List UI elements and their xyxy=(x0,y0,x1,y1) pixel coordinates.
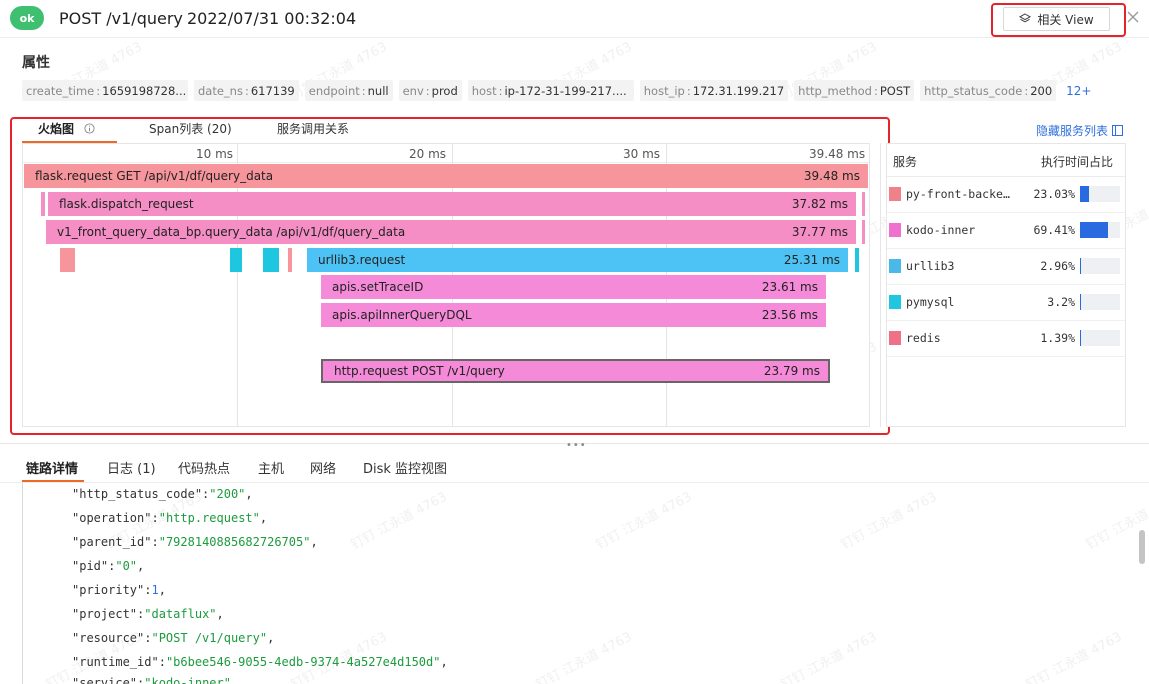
detail-scrollbar-thumb[interactable] xyxy=(1139,530,1145,564)
json-line: "service":"kodo-inner", xyxy=(72,676,239,684)
service-ratio-bar xyxy=(1080,258,1120,274)
tab-network[interactable]: 网络 xyxy=(310,458,336,477)
tag-create-time[interactable]: create_time:1659198728... xyxy=(22,80,188,101)
span-bar[interactable]: apis.setTraceID 23.61 ms xyxy=(321,275,826,299)
tab-service-map[interactable]: 服务调用关系 xyxy=(277,120,349,137)
span-sliver[interactable] xyxy=(862,220,865,244)
service-name: py-front-backend xyxy=(906,187,1012,201)
tab-host[interactable]: 主机 xyxy=(258,458,284,477)
service-color-swatch xyxy=(889,187,901,201)
tag-http-method[interactable]: http_method: POST xyxy=(794,80,915,101)
service-row[interactable]: urllib3 2.96% xyxy=(887,249,1125,285)
layers-icon xyxy=(1019,13,1032,23)
tab-span-list[interactable]: Span列表 (20) xyxy=(149,120,232,137)
tick-label: 20 ms xyxy=(409,147,447,161)
service-row[interactable]: py-front-backend 23.03% xyxy=(887,177,1125,213)
tab-code-hotspot[interactable]: 代码热点 xyxy=(178,458,230,477)
service-ratio-fill xyxy=(1080,330,1081,346)
span-bar[interactable]: flask.dispatch_request 37.82 ms xyxy=(48,192,856,216)
json-line: "priority":1, xyxy=(72,583,166,597)
span-sliver[interactable] xyxy=(855,248,859,272)
service-color-swatch xyxy=(889,295,901,309)
tag-http-status-code[interactable]: http_status_code:200 xyxy=(920,80,1057,101)
service-ratio-fill xyxy=(1080,258,1082,274)
service-percent: 69.41% xyxy=(1033,223,1075,237)
service-name: pymysql xyxy=(906,295,955,309)
flame-graph[interactable]: 10 ms 20 ms 30 ms 39.48 ms flask.request… xyxy=(22,143,870,427)
tag-endpoint[interactable]: endpoint: null xyxy=(304,80,393,101)
tick-label: 39.48 ms xyxy=(809,147,866,161)
drag-handle-icon[interactable]: ••• xyxy=(566,440,587,451)
info-icon xyxy=(84,123,95,134)
service-percent: 3.2% xyxy=(1047,295,1075,309)
service-ratio-fill xyxy=(1080,222,1108,238)
service-ratio-bar xyxy=(1080,294,1120,310)
service-ratio-bar xyxy=(1080,222,1120,238)
service-ratio-bar xyxy=(1080,330,1120,346)
service-name: urllib3 xyxy=(906,259,955,273)
attributes-title: 属性 xyxy=(22,55,50,71)
span-bar[interactable]: urllib3.request 25.31 ms xyxy=(307,248,848,272)
json-line: "resource":"POST /v1/query", xyxy=(72,631,275,645)
span-bar[interactable]: apis.apiInnerQueryDQL 23.56 ms xyxy=(321,303,826,327)
span-bar[interactable]: v1_front_query_data_bp.query_data /api/v… xyxy=(46,220,856,244)
trace-detail-json: "http_status_code":"200", "operation":"h… xyxy=(22,483,1114,684)
service-row[interactable]: kodo-inner 69.41% xyxy=(887,213,1125,249)
service-row[interactable]: redis 1.39% xyxy=(887,321,1125,357)
hide-service-list-link[interactable]: 隐藏服务列表 xyxy=(1036,122,1124,139)
tick-label: 10 ms xyxy=(196,147,234,161)
service-percent: 1.39% xyxy=(1040,331,1075,345)
service-ratio-fill xyxy=(1080,294,1082,310)
json-line: "http_status_code":"200", xyxy=(72,487,253,501)
more-tags-link[interactable]: 12+ xyxy=(1062,84,1091,98)
status-badge: ok xyxy=(10,6,44,30)
attribute-tags: create_time:1659198728... date_ns:617139… xyxy=(22,80,1091,101)
column-service: 服务 xyxy=(893,155,918,169)
json-line: "parent_id":"7928140885682726705", xyxy=(72,535,318,549)
time-ruler: 10 ms 20 ms 30 ms 39.48 ms xyxy=(23,144,869,163)
span-sliver[interactable] xyxy=(263,248,279,272)
trace-title: POST /v1/query xyxy=(59,9,183,28)
related-view-label: 相关 View xyxy=(1037,12,1094,27)
service-name: kodo-inner xyxy=(906,223,976,237)
span-sliver[interactable] xyxy=(60,248,75,272)
panel-icon xyxy=(1112,125,1124,136)
trace-timestamp: 2022/07/31 00:32:04 xyxy=(187,9,357,28)
tab-disk-monitor[interactable]: Disk 监控视图 xyxy=(363,458,447,477)
json-line: "operation":"http.request", xyxy=(72,511,268,525)
span-sliver[interactable] xyxy=(288,248,292,272)
span-bar-selected[interactable]: http.request POST /v1/query 23.79 ms xyxy=(321,359,830,383)
json-line: "pid":"0", xyxy=(72,559,145,573)
span-bar[interactable]: flask.request GET /api/v1/df/query_data 3… xyxy=(24,164,868,188)
service-ratio-fill xyxy=(1080,186,1090,202)
tab-trace-detail[interactable]: 链路详情 xyxy=(26,458,78,477)
tag-host-ip[interactable]: host_ip:172.31.199.217 xyxy=(639,80,789,101)
tab-logs[interactable]: 日志 (1) xyxy=(107,458,156,477)
related-view-button[interactable]: 相关 View xyxy=(1003,7,1110,31)
service-color-swatch xyxy=(889,331,901,345)
close-icon[interactable] xyxy=(1124,8,1142,26)
service-row[interactable]: pymysql 3.2% xyxy=(887,285,1125,321)
tag-date-ns[interactable]: date_ns:617139 xyxy=(194,80,299,101)
service-list: 服务 执行时间占比 py-front-backend 23.03% kodo-i… xyxy=(886,143,1126,427)
tick-label: 30 ms xyxy=(623,147,661,161)
tag-host[interactable]: host: ip-172-31-199-217.... xyxy=(467,80,634,101)
service-percent: 23.03% xyxy=(1033,187,1075,201)
service-color-swatch xyxy=(889,259,901,273)
service-name: redis xyxy=(906,331,941,345)
header-divider xyxy=(0,37,1149,38)
span-sliver[interactable] xyxy=(230,248,242,272)
tag-env[interactable]: env: prod xyxy=(398,80,462,101)
json-line: "runtime_id":"b6bee546-9055-4edb-9374-4a… xyxy=(72,655,448,669)
service-ratio-bar xyxy=(1080,186,1120,202)
span-sliver[interactable] xyxy=(862,192,865,216)
service-percent: 2.96% xyxy=(1040,259,1075,273)
service-list-header: 服务 执行时间占比 xyxy=(887,144,1125,177)
service-color-swatch xyxy=(889,223,901,237)
span-sliver[interactable] xyxy=(41,192,45,216)
column-ratio: 执行时间占比 xyxy=(1040,155,1113,169)
tab-flame-graph[interactable]: 火焰图 xyxy=(38,120,95,137)
json-line: "project":"dataflux", xyxy=(72,607,224,621)
